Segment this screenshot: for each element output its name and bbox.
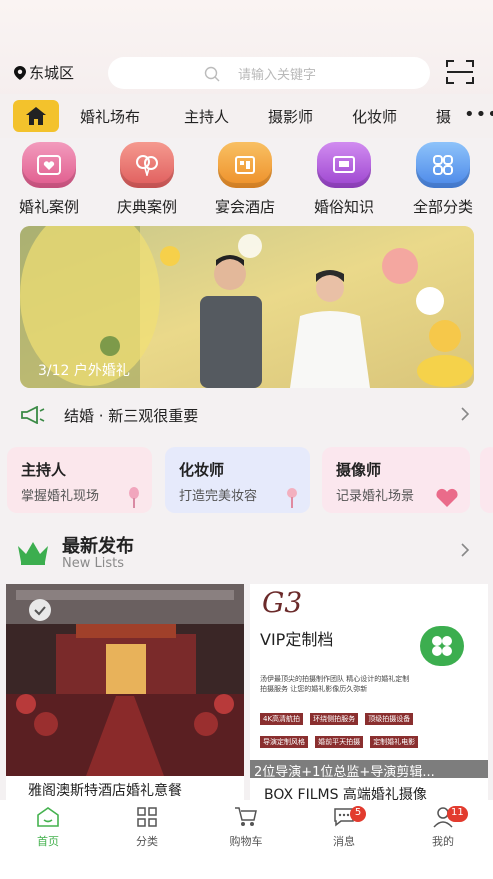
tab-label: 我的	[432, 835, 454, 848]
tab-label: 消息	[333, 835, 355, 848]
tab-label: 分类	[136, 835, 158, 848]
tab-home[interactable]: 首页	[18, 806, 78, 849]
vip-tag: 顶级拍摄设备	[365, 713, 414, 725]
tab-label: 首页	[37, 835, 59, 848]
message-badge: 5	[350, 806, 366, 822]
category-grid: 婚礼案例 庆典案例 宴会酒店 婚俗知识 全部分类	[0, 142, 493, 218]
bottom-tab-bar: 首页 分类 购物车 消息 5 我的 11	[0, 800, 493, 879]
chevron-right-icon	[461, 543, 470, 557]
scan-icon[interactable]	[445, 58, 475, 86]
listing-title: 雅阁澳斯特酒店婚礼意餐	[6, 776, 244, 800]
category-icon	[137, 807, 157, 827]
more-icon[interactable]: •••	[460, 106, 493, 124]
category-all[interactable]: 全部分类	[395, 142, 491, 217]
category-label: 婚俗知识	[313, 198, 374, 216]
category-label: 宴会酒店	[214, 198, 275, 216]
nav-item-photographer[interactable]: 摄影师	[268, 106, 313, 127]
hotel-icon	[218, 142, 272, 188]
cart-icon	[235, 807, 257, 826]
home-icon	[26, 107, 46, 125]
category-label: 婚礼案例	[18, 198, 79, 216]
service-title: 化妆师	[179, 461, 225, 479]
crown-icon	[18, 542, 48, 565]
balloons-icon	[120, 142, 174, 188]
category-wedding-customs[interactable]: 婚俗知识	[296, 142, 392, 217]
vip-headline: VIP定制档	[260, 630, 334, 649]
vip-tag: 导演定制风格	[260, 736, 308, 748]
vip-band: 2位导演+1位总监+导演剪辑...	[250, 760, 488, 780]
nav-home-button[interactable]	[13, 100, 59, 132]
nav-item-makeup[interactable]: 化妆师	[352, 106, 397, 127]
category-nav-bar: 婚礼场布 主持人 摄影师 化妆师 摄 •••	[0, 94, 493, 138]
vip-tag: 4K高清航拍	[260, 713, 304, 725]
vip-tag: 婚前平天拍摄	[315, 736, 364, 748]
listing-title: BOX FILMS 高端婚礼摄像	[264, 787, 427, 800]
listing-card-hotel[interactable]: 雅阁澳斯特酒店婚礼意餐	[6, 584, 244, 800]
tab-label: 购物车	[229, 835, 263, 848]
service-title: 主持人	[21, 461, 67, 479]
location-pin-icon	[14, 65, 26, 80]
banner-carousel[interactable]: 3/12 户外婚礼	[20, 226, 474, 388]
notice-bar[interactable]: 结婚 · 新三观很重要	[20, 400, 474, 430]
vip-tag: 环绕侧拍服务	[310, 713, 359, 725]
profile-badge: 11	[447, 806, 468, 822]
hotel-venue-photo	[6, 584, 244, 776]
location-label: 东城区	[29, 64, 75, 82]
search-input[interactable]: 请输入关键字	[108, 57, 430, 89]
vip-tags: 4K高清航拍 环绕侧拍服务 顶级拍摄设备 导演定制风格 婚前平天拍摄 定制婚礼电…	[260, 706, 460, 752]
service-title: 摄像师	[336, 461, 382, 479]
category-wedding-cases[interactable]: 婚礼案例	[1, 142, 97, 217]
category-label: 庆典案例	[116, 198, 177, 216]
service-card-cameraman[interactable]: 摄像师 记录婚礼场景	[322, 447, 470, 513]
service-card-makeup[interactable]: 化妆师 打造完美妆容	[165, 447, 310, 513]
latest-section-header[interactable]: 最新发布 New Lists	[16, 532, 476, 572]
grid-icon	[416, 142, 470, 188]
tab-category[interactable]: 分类	[117, 806, 177, 849]
chevron-right-icon	[461, 407, 470, 421]
heart-camera-icon	[436, 488, 458, 507]
makeup-brush-icon	[287, 488, 297, 508]
listing-card-vip[interactable]: G3 VIP定制档 汤伊最顶尖的拍摄制作团队 精心设计的婚礼定制拍摄服务 让您的…	[250, 584, 488, 800]
nav-item-wedding-decor[interactable]: 婚礼场布	[80, 106, 140, 127]
brand-logo: G3	[262, 586, 303, 619]
megaphone-icon	[21, 406, 45, 424]
category-celebration-cases[interactable]: 庆典案例	[99, 142, 195, 217]
microphone-icon	[129, 487, 139, 508]
latest-title: 最新发布	[62, 536, 134, 557]
book-icon	[317, 142, 371, 188]
location-selector[interactable]: 东城区	[14, 62, 74, 83]
notice-text: 结婚 · 新三观很重要	[64, 406, 199, 425]
banner-caption: 3/12 户外婚礼	[38, 363, 130, 379]
search-icon	[204, 66, 220, 82]
service-card-host[interactable]: 主持人 掌握婚礼现场	[7, 447, 152, 513]
latest-subtitle: New Lists	[62, 556, 124, 571]
heart-image-icon	[22, 142, 76, 188]
home-icon	[37, 807, 59, 827]
category-label: 全部分类	[412, 198, 473, 216]
tab-profile[interactable]: 我的 11	[413, 806, 473, 849]
nav-item-host[interactable]: 主持人	[184, 106, 229, 127]
vip-tag: 定制婚礼电影	[370, 736, 419, 748]
service-card-partial[interactable]	[480, 447, 493, 513]
clover-icon	[420, 626, 464, 666]
nav-item-cameraman-partial[interactable]: 摄	[436, 106, 451, 127]
vip-description: 汤伊最顶尖的拍摄制作团队 精心设计的婚礼定制拍摄服务 让您的婚礼影像历久弥新	[260, 675, 410, 693]
tab-cart[interactable]: 购物车	[216, 806, 276, 849]
tab-messages[interactable]: 消息 5	[314, 806, 374, 849]
search-placeholder: 请输入关键字	[238, 67, 317, 83]
category-banquet-hotel[interactable]: 宴会酒店	[197, 142, 293, 217]
